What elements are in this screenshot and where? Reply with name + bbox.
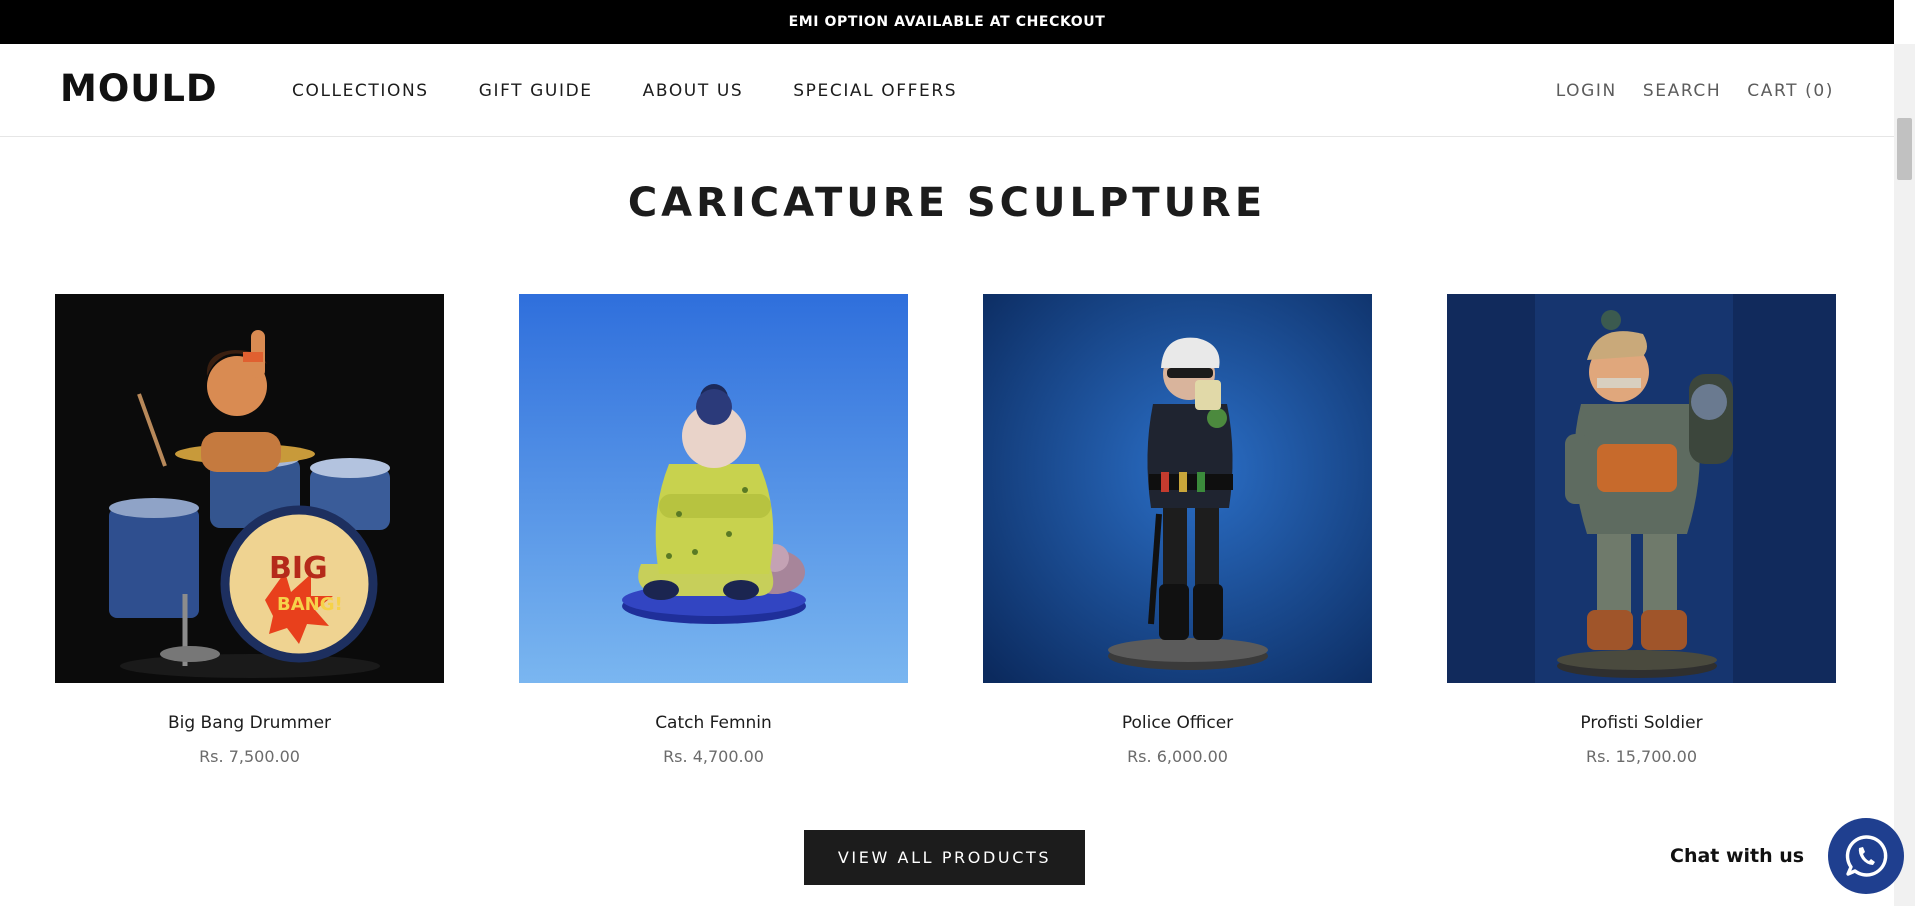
soldier-figurine-image xyxy=(1447,294,1836,683)
product-image[interactable] xyxy=(519,294,908,683)
scrollbar-thumb[interactable] xyxy=(1897,118,1912,180)
svg-text:BIG: BIG xyxy=(269,551,328,586)
search-link[interactable]: SEARCH xyxy=(1643,81,1721,101)
product-image[interactable] xyxy=(983,294,1372,683)
announcement-bar: EMI OPTION AVAILABLE AT CHECKOUT xyxy=(0,0,1894,44)
product-price: Rs. 6,000.00 xyxy=(1127,747,1228,766)
chat-widget[interactable]: Chat with us xyxy=(1670,818,1905,894)
product-card[interactable]: BIG BANG! Big Bang Drummer Rs. 7,500.00 xyxy=(55,294,444,766)
svg-text:BANG!: BANG! xyxy=(277,594,343,615)
chat-label[interactable]: Chat with us xyxy=(1670,845,1804,867)
cart-link[interactable]: CART (0) xyxy=(1747,81,1834,101)
header-utility-links: LOGIN SEARCH CART (0) xyxy=(1556,81,1834,101)
nav-collections[interactable]: COLLECTIONS xyxy=(292,81,429,101)
product-image[interactable] xyxy=(1447,294,1836,683)
whatsapp-icon[interactable] xyxy=(1828,818,1905,894)
main-nav: COLLECTIONS GIFT GUIDE ABOUT US SPECIAL … xyxy=(292,81,957,101)
clown-figurine-image xyxy=(519,294,908,683)
logo[interactable]: MOULD xyxy=(60,70,218,107)
whatsapp-glyph xyxy=(1845,835,1888,877)
product-image[interactable]: BIG BANG! xyxy=(55,294,444,683)
product-price: Rs. 7,500.00 xyxy=(199,747,300,766)
nav-gift-guide[interactable]: GIFT GUIDE xyxy=(479,81,593,101)
police-figurine-image xyxy=(983,294,1372,683)
product-grid: BIG BANG! Big Bang Drummer Rs. 7,500.00 xyxy=(55,294,1836,766)
product-price: Rs. 4,700.00 xyxy=(663,747,764,766)
nav-about-us[interactable]: ABOUT US xyxy=(643,81,744,101)
product-card[interactable]: Profisti Soldier Rs. 15,700.00 xyxy=(1447,294,1836,766)
announcement-text: EMI OPTION AVAILABLE AT CHECKOUT xyxy=(788,14,1106,30)
section-title: CARICATURE SCULPTURE xyxy=(627,180,1267,226)
product-card[interactable]: Catch Femnin Rs. 4,700.00 xyxy=(519,294,908,766)
product-name[interactable]: Catch Femnin xyxy=(519,713,908,733)
page-scrollbar[interactable] xyxy=(1894,44,1915,906)
product-card[interactable]: Police Officer Rs. 6,000.00 xyxy=(983,294,1372,766)
login-link[interactable]: LOGIN xyxy=(1556,81,1617,101)
product-name[interactable]: Profisti Soldier xyxy=(1447,713,1836,733)
view-all-products-button[interactable]: VIEW ALL PRODUCTS xyxy=(804,830,1085,885)
product-name[interactable]: Big Bang Drummer xyxy=(55,713,444,733)
site-header: MOULD COLLECTIONS GIFT GUIDE ABOUT US SP… xyxy=(0,44,1894,137)
product-price: Rs. 15,700.00 xyxy=(1585,747,1698,766)
drummer-figurine-image: BIG BANG! xyxy=(55,294,444,683)
nav-special-offers[interactable]: SPECIAL OFFERS xyxy=(793,81,957,101)
product-name[interactable]: Police Officer xyxy=(983,713,1372,733)
